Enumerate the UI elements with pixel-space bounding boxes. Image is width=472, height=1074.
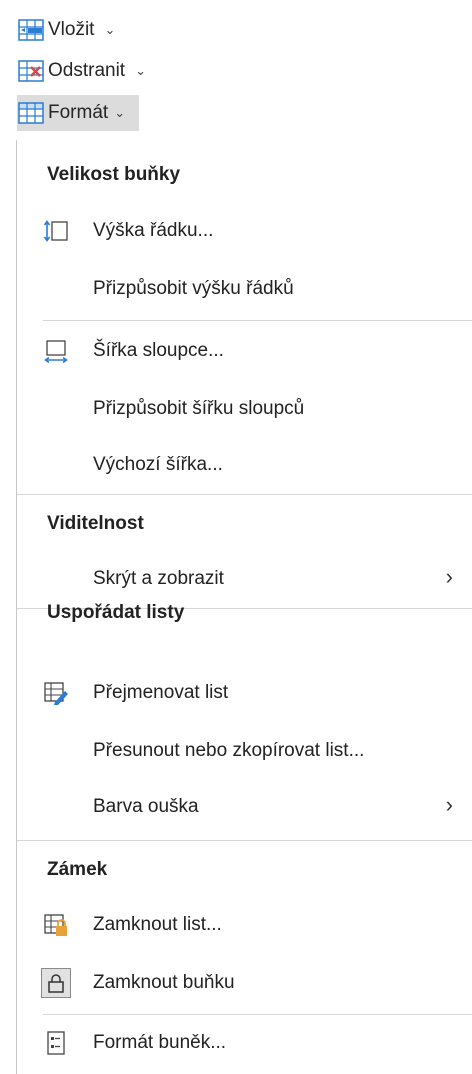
chevron-down-icon: ⌄ — [135, 63, 146, 78]
menu-separator — [43, 1014, 472, 1015]
menu-separator — [43, 320, 472, 321]
column-width-label: Šířka sloupce... — [93, 340, 224, 361]
format-cells-dialog-icon — [43, 1030, 69, 1056]
hide-unhide-label: Skrýt a zobrazit — [93, 568, 224, 589]
row-height-icon — [43, 218, 69, 244]
insert-label: Vložit — [48, 19, 95, 40]
menu-item-lock-cell[interactable]: Zamknout buňku — [17, 956, 472, 1012]
chevron-down-icon: ⌄ — [114, 105, 126, 120]
menu-item-rename-sheet[interactable]: Přejmenovat list — [17, 666, 472, 722]
delete-button[interactable]: Odstranit ⌄ — [17, 53, 146, 89]
menu-item-tab-color[interactable]: Barva ouška › — [17, 780, 472, 836]
default-width-label: Výchozí šířka... — [93, 454, 223, 475]
insert-button[interactable]: Vložit ⌄ — [17, 12, 115, 48]
menu-item-move-copy-sheet[interactable]: Přesunout nebo zkopírovat list... — [17, 724, 472, 780]
autofit-column-width-label: Přizpůsobit šířku sloupců — [93, 398, 305, 419]
delete-cells-icon — [17, 58, 45, 84]
menu-item-format-cells[interactable]: Formát buněk... — [17, 1016, 472, 1072]
menu-item-protect-sheet[interactable]: Zamknout list... — [17, 898, 472, 954]
chevron-down-icon: ⌄ — [104, 22, 116, 37]
menu-item-column-width[interactable]: Šířka sloupce... — [17, 324, 472, 380]
tab-color-label: Barva ouška — [93, 796, 199, 817]
column-width-icon — [43, 338, 69, 364]
lock-icon — [41, 968, 71, 998]
row-height-label: Výška řádku... — [93, 220, 214, 241]
protect-sheet-icon — [43, 912, 69, 938]
menu-item-autofit-row-height[interactable]: Přizpůsobit výšku řádků — [17, 262, 472, 318]
menu-separator — [17, 494, 472, 495]
section-title-organize-sheets: Uspořádat listy — [47, 602, 185, 623]
section-title-lock: Zámek — [47, 859, 108, 880]
lock-cell-label: Zamknout buňku — [93, 972, 235, 993]
menu-item-autofit-column-width[interactable]: Přizpůsobit šířku sloupců — [17, 382, 472, 438]
section-title-visibility: Viditelnost — [47, 513, 144, 534]
menu-item-default-width[interactable]: Výchozí šířka... — [17, 438, 472, 494]
format-cells-label: Formát buněk... — [93, 1032, 227, 1053]
rename-sheet-icon — [43, 680, 69, 706]
insert-cells-icon — [17, 17, 45, 43]
format-label: Formát — [48, 102, 109, 123]
menu-item-row-height[interactable]: Výška řádku... — [17, 204, 472, 260]
menu-item-hide-unhide[interactable]: Skrýt a zobrazit › — [17, 552, 472, 608]
menu-separator — [17, 840, 472, 841]
rename-sheet-label: Přejmenovat list — [93, 682, 229, 703]
move-copy-sheet-label: Přesunout nebo zkopírovat list... — [93, 740, 365, 761]
delete-label: Odstranit — [48, 60, 126, 81]
section-title-cell-size: Velikost buňky — [47, 164, 181, 185]
autofit-row-height-label: Přizpůsobit výšku řádků — [93, 278, 294, 299]
format-dropdown-menu: Velikost buňky Výška řádku... Přizpůsobi… — [16, 140, 472, 1074]
protect-sheet-label: Zamknout list... — [93, 914, 222, 935]
format-cells-icon — [17, 100, 45, 126]
format-button[interactable]: Formát ⌄ — [17, 95, 140, 131]
chevron-right-icon: › — [445, 792, 453, 817]
chevron-right-icon: › — [445, 564, 453, 589]
